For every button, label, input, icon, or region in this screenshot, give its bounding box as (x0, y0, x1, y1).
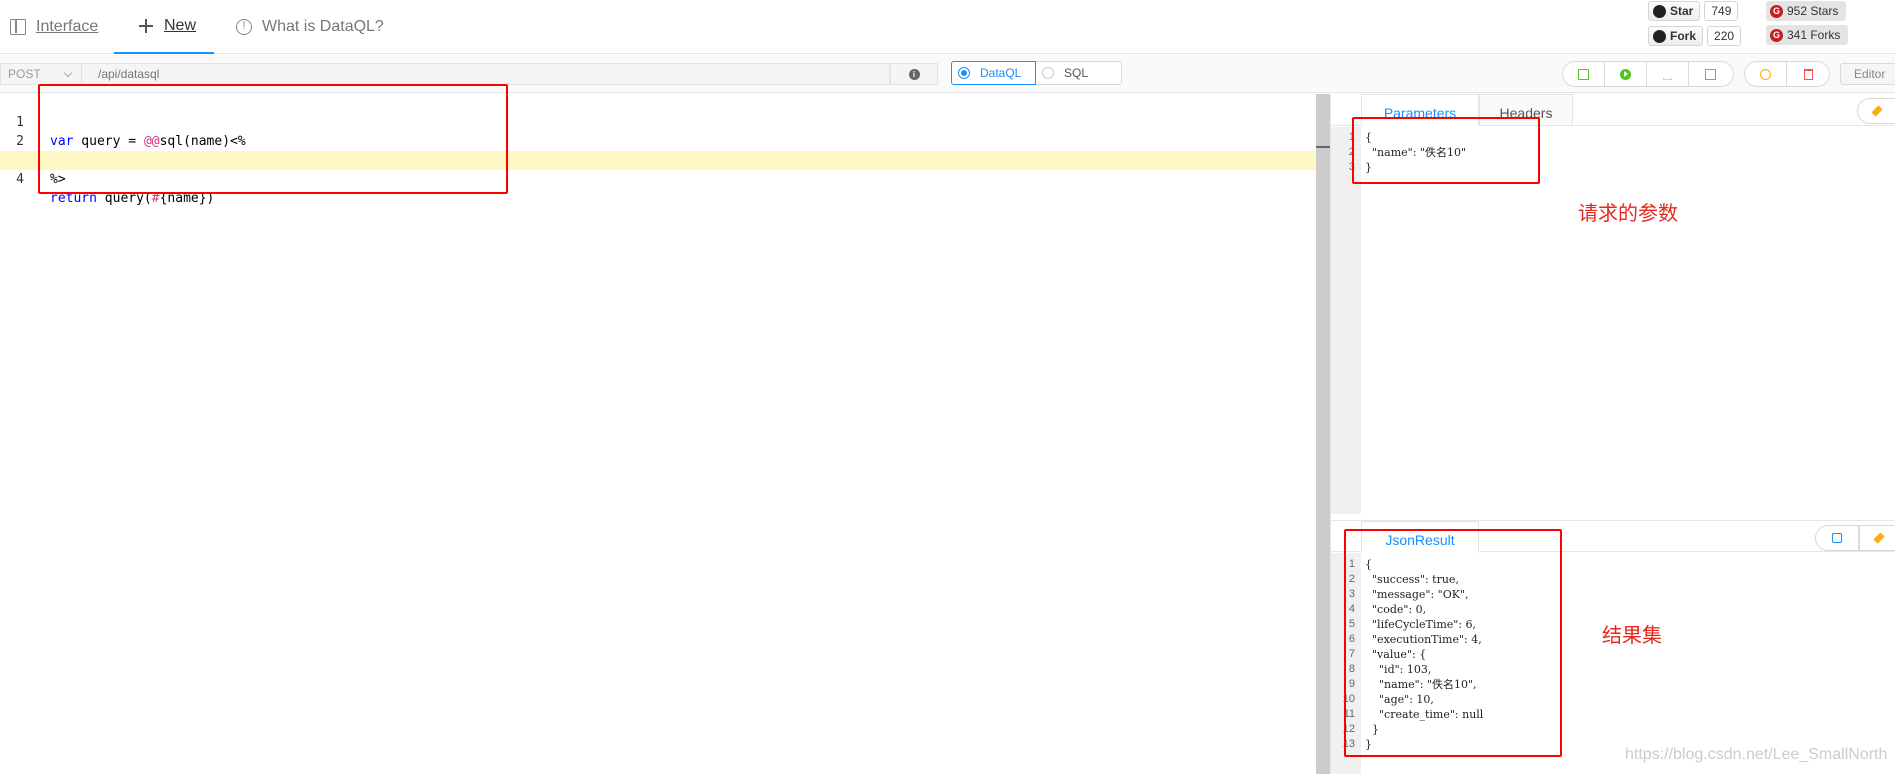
gitee-icon: G (1770, 4, 1783, 18)
github-fork-badge[interactable]: Fork 220 (1648, 26, 1742, 46)
gitee-forks-badge[interactable]: G 341 Forks (1766, 25, 1849, 45)
http-method-select[interactable]: POST (0, 63, 82, 85)
gitee-stars-badge[interactable]: G 952 Stars (1766, 1, 1847, 21)
tab-what-is-dataql-label: What is DataQL? (262, 18, 384, 35)
annotation-params: 请求的参数 (1578, 203, 1678, 225)
save-icon (1578, 68, 1589, 80)
eraser-icon (1873, 532, 1885, 544)
code-editor[interactable]: 1 var query = @@sql(name)<% 2 select * f… (0, 94, 1316, 774)
github-fork-count: 220 (1707, 26, 1742, 46)
editor-scrollbar[interactable] (1316, 94, 1330, 774)
api-path-input[interactable] (82, 63, 890, 85)
mode-sql-radio[interactable]: SQL (1036, 61, 1122, 85)
plus-icon (138, 18, 154, 34)
clock-icon (1760, 68, 1771, 80)
line-number: 4 (16, 172, 24, 187)
highlight-box-params (1352, 117, 1540, 184)
copy-result-button[interactable] (1815, 525, 1859, 551)
mode-dataql-radio[interactable]: DataQL (951, 61, 1036, 85)
chevron-down-icon (63, 68, 73, 78)
copy-icon (1832, 533, 1842, 543)
tab-interface[interactable]: Interface (10, 0, 98, 54)
publish-button[interactable] (1689, 62, 1731, 86)
history-button[interactable] (1745, 62, 1787, 86)
editor-button[interactable]: Editor (1840, 63, 1895, 85)
gitee-icon: G (1770, 28, 1783, 42)
watermark: https://blog.csdn.net/Lee_SmallNorth (1625, 746, 1888, 763)
test-button[interactable] (1647, 62, 1689, 86)
clear-result-button[interactable] (1859, 525, 1895, 551)
tab-new[interactable]: New (114, 0, 214, 54)
github-fork-label: Fork (1670, 29, 1697, 43)
gitee-stars-label: 952 Stars (1787, 4, 1839, 18)
info-circle-icon: ! (236, 19, 252, 35)
github-star-count: 749 (1704, 1, 1739, 21)
github-star-badge[interactable]: Star 749 (1648, 1, 1739, 21)
trash-icon (1803, 68, 1813, 80)
upload-icon (1704, 68, 1716, 80)
play-icon (1620, 68, 1631, 80)
clear-params-button[interactable] (1857, 98, 1895, 124)
eraser-icon (1871, 105, 1883, 117)
top-navigation: Interface New ! What is DataQL? Star 749… (0, 0, 1895, 54)
params-gutter (1331, 127, 1361, 514)
mode-sql-label: SQL (1064, 66, 1089, 80)
github-icon (1653, 29, 1666, 43)
http-method-value: POST (8, 67, 41, 81)
history-button-group (1744, 61, 1830, 87)
annotation-result: 结果集 (1602, 625, 1662, 647)
book-icon (10, 19, 26, 35)
tab-interface-label: Interface (36, 18, 99, 35)
tab-what-is-dataql[interactable]: ! What is DataQL? (236, 0, 384, 54)
api-path-info-button[interactable]: i (890, 63, 938, 85)
gitee-forks-label: 341 Forks (1787, 28, 1841, 42)
flask-icon (1663, 68, 1672, 80)
highlight-box-code (38, 84, 508, 194)
highlight-box-result (1344, 529, 1562, 757)
delete-button[interactable] (1787, 62, 1829, 86)
scroll-marker (1316, 146, 1330, 148)
run-button[interactable] (1605, 62, 1647, 86)
action-button-group (1562, 61, 1734, 87)
save-button[interactable] (1563, 62, 1605, 86)
radio-unchecked-icon (1042, 67, 1054, 79)
mode-dataql-label: DataQL (980, 66, 1022, 80)
github-star-label: Star (1670, 4, 1694, 18)
radio-checked-icon (958, 67, 970, 79)
github-icon (1653, 4, 1666, 18)
tab-new-label: New (164, 17, 197, 34)
info-icon: i (908, 68, 920, 80)
